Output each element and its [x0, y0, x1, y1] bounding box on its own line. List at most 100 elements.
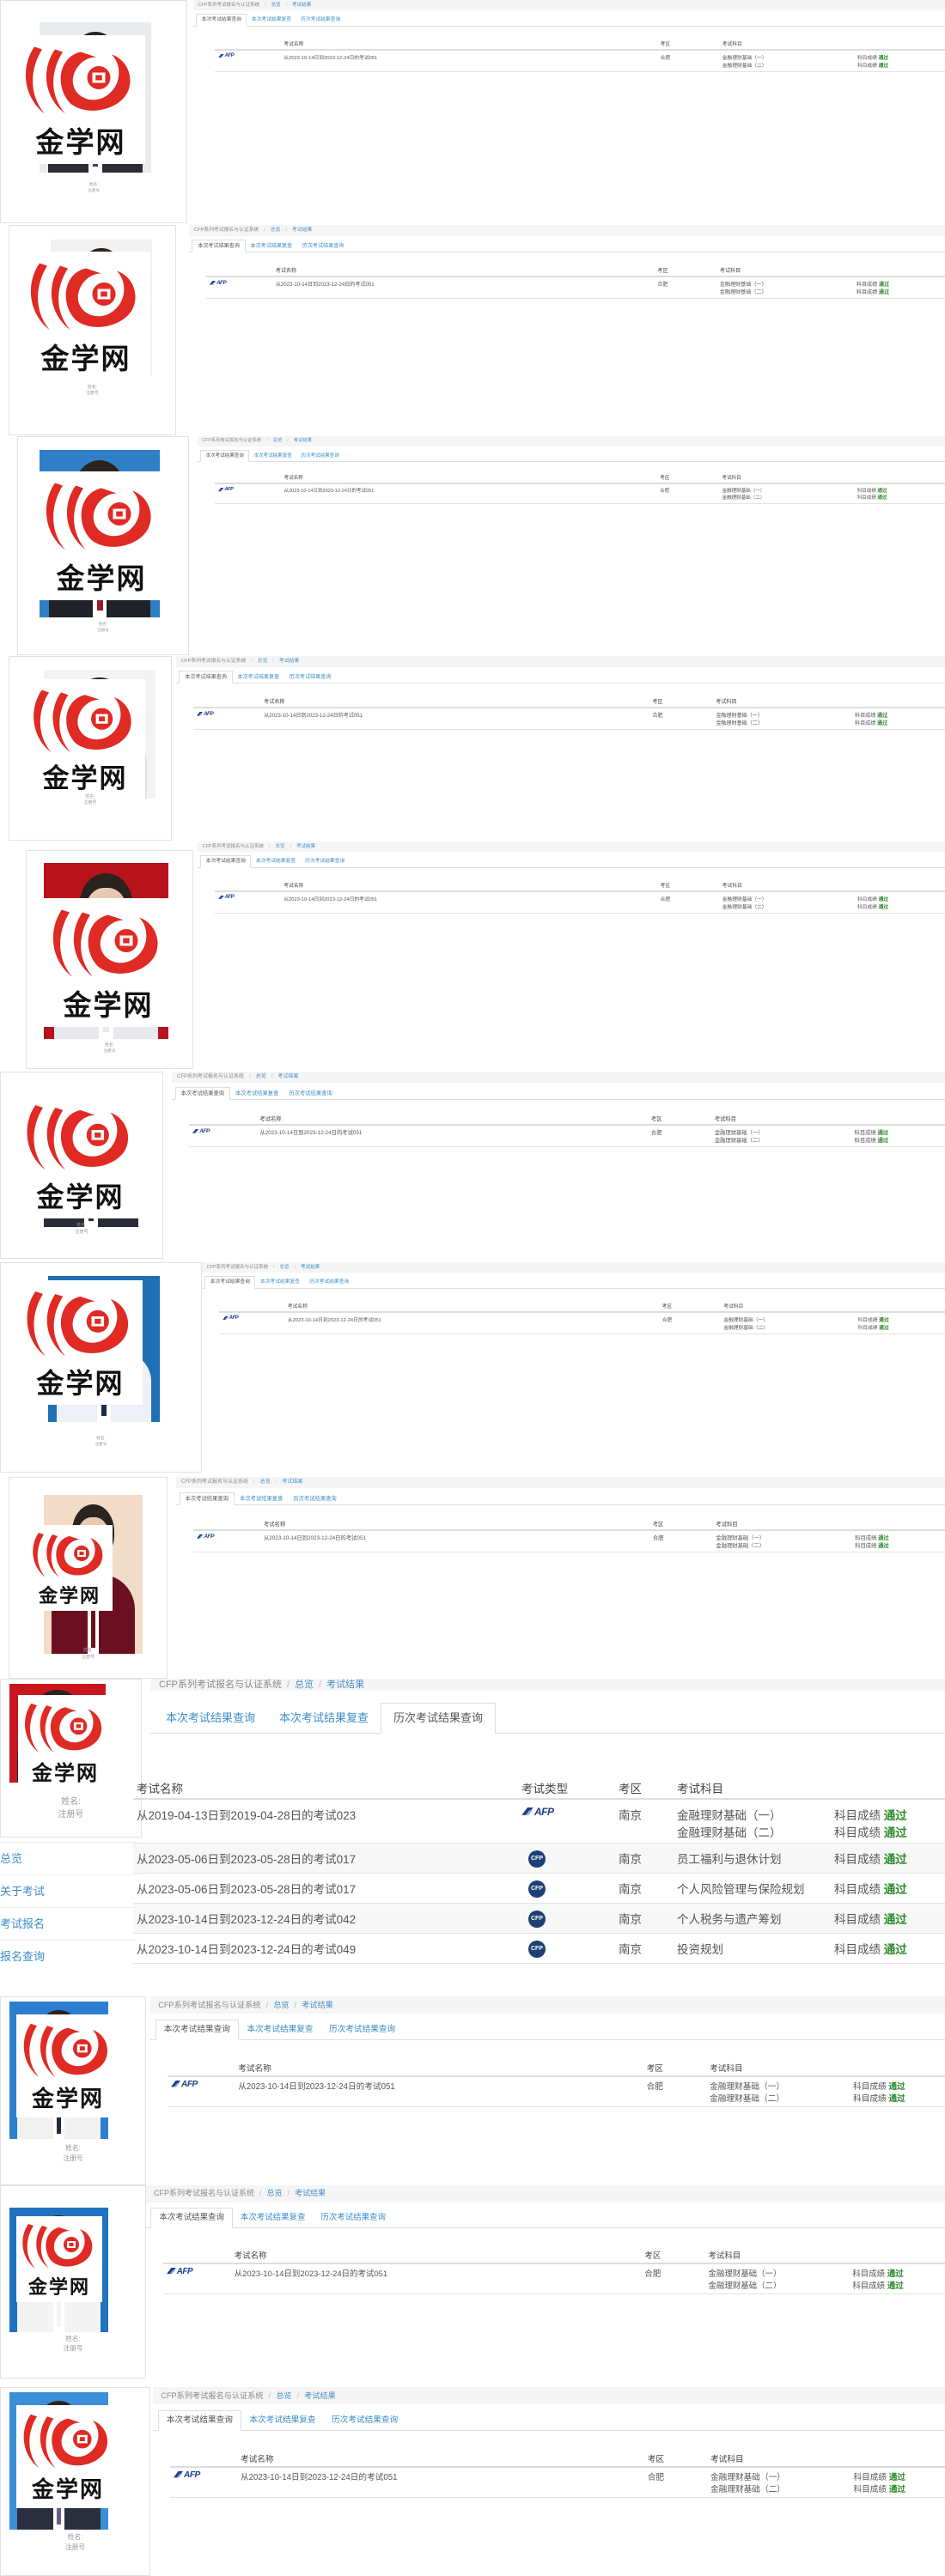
tab-current-results[interactable]: 本次考试结果查询 — [174, 1086, 230, 1101]
breadcrumb-home[interactable]: 总览 — [271, 3, 281, 8]
breadcrumb-system[interactable]: CFP系列考试报名与认证系统 — [181, 659, 246, 664]
breadcrumb-current[interactable]: 考试结果 — [326, 1680, 364, 1690]
table-row[interactable]: AFP 从2023-10-14日到2023-12-24日的考试051 合肥 金融理财基… — [215, 483, 945, 505]
tab-history-results[interactable]: 历次考试结果查询 — [324, 2411, 406, 2432]
breadcrumb-home[interactable]: 总览 — [273, 2001, 289, 2009]
tab-current-results[interactable]: 本次考试结果查询 — [179, 1492, 235, 1506]
tab-current-recheck[interactable]: 本次考试结果复查 — [255, 1277, 304, 1289]
tab-current-recheck[interactable]: 本次考试结果复查 — [247, 15, 296, 27]
tab-current-recheck[interactable]: 本次考试结果复查 — [233, 2208, 314, 2228]
breadcrumb-current[interactable]: 考试结果 — [294, 438, 312, 443]
tab-current-results[interactable]: 本次考试结果查询 — [192, 240, 246, 253]
col-exam-name: 考试名称 — [280, 879, 657, 892]
tab-current-recheck[interactable]: 本次考试结果复查 — [235, 1493, 288, 1507]
tab-current-results[interactable]: 本次考试结果查询 — [154, 1704, 267, 1735]
breadcrumb-system[interactable]: CFP系列考试报名与认证系统 — [202, 438, 261, 443]
breadcrumb-system[interactable]: CFP系列考试报名与认证系统 — [194, 228, 259, 233]
tab-current-results[interactable]: 本次考试结果查询 — [155, 2019, 240, 2040]
breadcrumb-current[interactable]: 考试结果 — [282, 1479, 302, 1485]
breadcrumb-home[interactable]: 总览 — [258, 659, 268, 664]
table-row[interactable]: 从2019-04-13日到2019-04-28日的考试023 AFP 南京 金融理财基… — [133, 1799, 945, 1844]
table-row[interactable]: 从2023-10-14日到2023-12-24日的考试049 CFP 南京 投资规划 科… — [133, 1933, 945, 1964]
breadcrumb-home[interactable]: 总览 — [295, 1680, 314, 1690]
cfp-logo-icon: CFP — [528, 1850, 546, 1868]
tab-current-results[interactable]: 本次考试结果查询 — [157, 2409, 242, 2431]
breadcrumb-home[interactable]: 总览 — [280, 1265, 290, 1270]
tab-current-results[interactable]: 本次考试结果查询 — [200, 855, 252, 868]
col-area: 考区 — [656, 879, 719, 892]
tab-history-results[interactable]: 历次考试结果查询 — [284, 1088, 337, 1102]
tab-current-results[interactable]: 本次考试结果查询 — [204, 1276, 256, 1289]
tab-history-results[interactable]: 历次考试结果查询 — [288, 1493, 341, 1507]
breadcrumb-system[interactable]: CFP系列考试报名与认证系统 — [198, 3, 260, 8]
breadcrumb-current[interactable]: 考试结果 — [292, 228, 312, 233]
col-exam-name: 考试名称 — [280, 472, 657, 485]
breadcrumb-current[interactable]: 考试结果 — [304, 2391, 336, 2400]
tab-history-results[interactable]: 历次考试结果查询 — [296, 451, 344, 463]
tab-current-recheck[interactable]: 本次考试结果复查 — [267, 1704, 381, 1735]
tab-current-recheck[interactable]: 本次考试结果复查 — [251, 856, 300, 868]
tab-history-results[interactable]: 历次考试结果查询 — [296, 15, 345, 27]
breadcrumb-system[interactable]: CFP系列考试报名与认证系统 — [181, 1479, 248, 1485]
breadcrumb-current[interactable]: 考试结果 — [301, 1265, 320, 1270]
table-row[interactable]: AFP 从2023-10-14日到2023-12-24日的考试051 合肥 金融理财基… — [219, 1312, 945, 1334]
table-row[interactable]: AFP 从2023-10-14日到2023-12-24日的考试051 合肥 金融理财基… — [193, 708, 945, 731]
tab-current-recheck[interactable]: 本次考试结果复查 — [239, 2020, 321, 2041]
table-row[interactable]: 从2023-05-06日到2023-05-28日的考试017 CFP 南京 个人风险管… — [133, 1873, 945, 1904]
tab-history-results[interactable]: 历次考试结果查询 — [313, 2208, 393, 2228]
sidenav-item[interactable]: 报名查询 — [0, 1940, 137, 1972]
breadcrumb-system[interactable]: CFP系列考试报名与认证系统 — [203, 844, 265, 849]
sidenav-item[interactable]: 考试报名 — [0, 1907, 137, 1940]
user-card: 金学网 姓名: 注册号 — [0, 2387, 150, 2576]
table-row[interactable]: 从2023-10-14日到2023-12-24日的考试042 CFP 南京 个人税务与… — [133, 1903, 945, 1934]
tab-history-results[interactable]: 历次考试结果查询 — [305, 1277, 354, 1289]
breadcrumb-system[interactable]: CFP系列考试报名与认证系统 — [159, 1680, 282, 1690]
tab-current-recheck[interactable]: 本次考试结果复查 — [241, 2411, 324, 2432]
table-row[interactable]: AFP 从2023-10-14日到2023-12-24日的考试051 合肥 金融理财基… — [168, 2075, 945, 2107]
tab-current-results[interactable]: 本次考试结果查询 — [196, 14, 247, 27]
table-row[interactable]: AFP 从2023-10-14日到2023-12-24日的考试051 合肥 金融理财基… — [215, 891, 945, 914]
breadcrumb-current[interactable]: 考试结果 — [296, 844, 315, 849]
tab-current-recheck[interactable]: 本次考试结果复查 — [233, 671, 284, 684]
tab-history-results[interactable]: 历次考试结果查询 — [301, 856, 350, 868]
tab-current-recheck[interactable]: 本次考试结果复查 — [246, 240, 297, 253]
breadcrumb-system[interactable]: CFP系列考试报名与认证系统 — [177, 1074, 244, 1079]
breadcrumb-home[interactable]: 总览 — [260, 1479, 271, 1485]
table-row[interactable]: AFP 从2023-10-14日到2023-12-24日的考试051 合肥 金融理财基… — [215, 50, 945, 72]
tab-history-results[interactable]: 历次考试结果查询 — [297, 240, 349, 253]
table-row[interactable]: AFP 从2023-10-14日到2023-12-24日的考试051 合肥 金融理财基… — [206, 276, 945, 300]
tab-current-results[interactable]: 本次考试结果查询 — [150, 2208, 233, 2228]
breadcrumb-current[interactable]: 考试结果 — [279, 659, 299, 664]
breadcrumb-system[interactable]: CFP系列考试报名与认证系统 — [207, 1265, 269, 1270]
breadcrumb-current[interactable]: 考试结果 — [302, 2001, 333, 2009]
breadcrumb-current[interactable]: 考试结果 — [277, 1074, 298, 1079]
breadcrumb-home[interactable]: 总览 — [256, 1074, 266, 1079]
tab-current-results[interactable]: 本次考试结果查询 — [179, 671, 233, 684]
table-row[interactable]: AFP 从2023-10-14日到2023-12-24日的考试051 合肥 金融理财基… — [193, 1530, 945, 1552]
tab-current-results[interactable]: 本次考试结果查询 — [200, 449, 250, 462]
breadcrumb-home[interactable]: 总览 — [273, 438, 283, 443]
breadcrumb-system[interactable]: CFP系列考试报名与认证系统 — [158, 2001, 260, 2009]
breadcrumb-current[interactable]: 考试结果 — [295, 2189, 326, 2197]
result-pass-badge: 通过 — [883, 1883, 907, 1896]
table-row[interactable]: AFP 从2023-10-14日到2023-12-24日的考试051 合肥 金融理财基… — [189, 1125, 945, 1147]
sidenav-item[interactable]: 关于考试 — [0, 1874, 137, 1907]
tab-current-recheck[interactable]: 本次考试结果复查 — [249, 451, 296, 463]
breadcrumb-home[interactable]: 总览 — [276, 844, 285, 849]
tab-current-recheck[interactable]: 本次考试结果复查 — [230, 1088, 284, 1102]
table-row[interactable]: AFP 从2023-10-14日到2023-12-24日的考试051 合肥 金融理财基… — [170, 2466, 945, 2498]
table-row[interactable]: AFP 从2023-10-14日到2023-12-24日的考试051 合肥 金融理财基… — [163, 2263, 945, 2294]
tab-history-results[interactable]: 历次考试结果查询 — [381, 1703, 497, 1734]
breadcrumb-current[interactable]: 考试结果 — [292, 3, 311, 8]
breadcrumb-home[interactable]: 总览 — [271, 228, 281, 233]
user-reg-label: 注册号 — [63, 2344, 83, 2353]
breadcrumb-system[interactable]: CFP系列考试报名与认证系统 — [154, 2189, 254, 2197]
tab-history-results[interactable]: 历次考试结果查询 — [284, 671, 336, 684]
tab-history-results[interactable]: 历次考试结果查询 — [321, 2020, 404, 2041]
breadcrumb-system[interactable]: CFP系列考试报名与认证系统 — [161, 2391, 263, 2400]
table-row[interactable]: 从2023-05-06日到2023-05-28日的考试017 CFP 南京 员工福利与… — [133, 1843, 945, 1874]
breadcrumb-home[interactable]: 总览 — [276, 2391, 291, 2400]
sidenav-item[interactable]: 总览 — [0, 1842, 137, 1874]
breadcrumb-home[interactable]: 总览 — [267, 2189, 283, 2197]
result-content: CFP系列考试报名与认证系统 / 总览 / 考试结果 本次考试结果查询 本次考试结果复查 历次… — [193, 0, 945, 223]
